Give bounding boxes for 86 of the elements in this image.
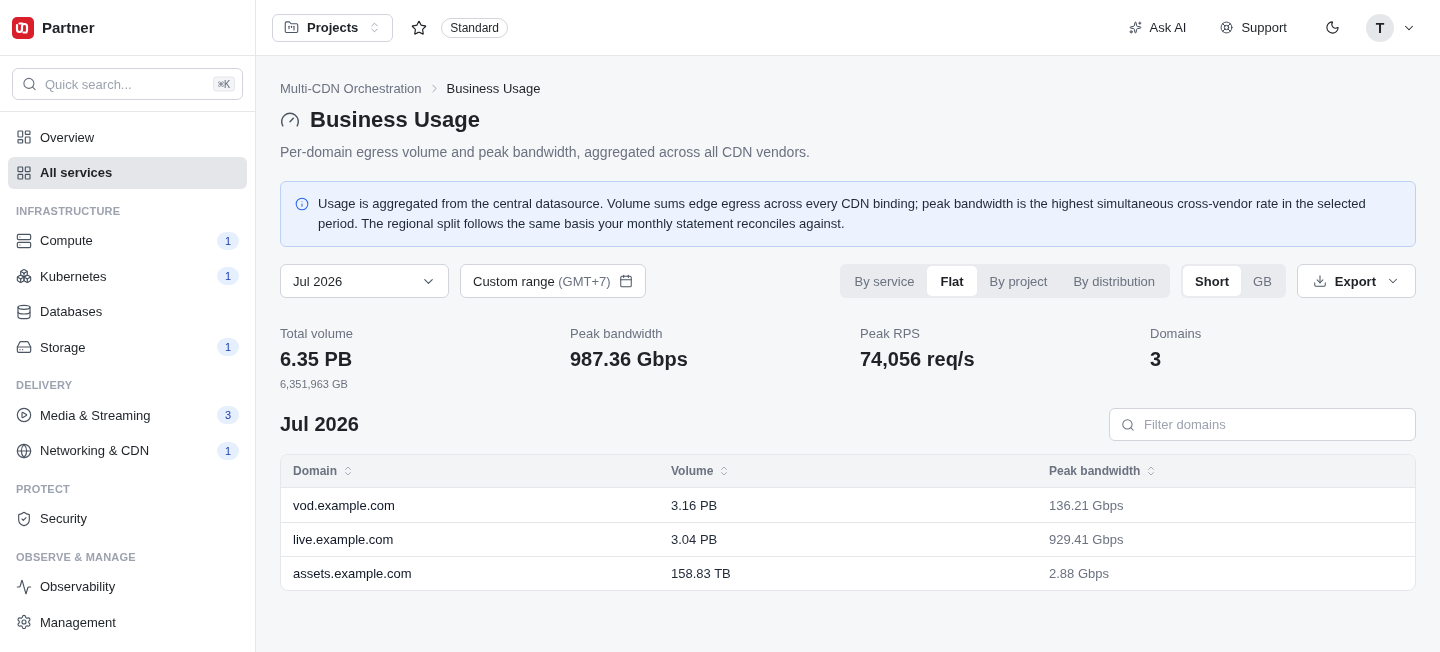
dashboard-icon — [16, 129, 32, 145]
calendar-icon — [618, 274, 633, 288]
nav-item[interactable]: Media & Streaming 3 — [8, 399, 247, 431]
settings-icon — [16, 614, 32, 630]
logo-icon — [12, 16, 34, 39]
export-button[interactable]: Export — [1296, 264, 1416, 298]
breadcrumb-current: Business Usage — [446, 80, 541, 96]
search-icon — [1121, 417, 1135, 432]
table-cell: 2.88 Gbps — [1037, 556, 1415, 590]
column-header[interactable]: Peak bandwidth — [1037, 455, 1415, 488]
breadcrumb-link[interactable]: Multi-CDN Orchestration — [280, 80, 422, 96]
table-cell: 158.83 TB — [659, 556, 1037, 590]
info-text: Usage is aggregated from the central datasource. Volume sums edge egress across every CDN binding; peak bandwidth is the highest simultaneous cross-vendor rate in the selected period. The regional split follows the same basis your monthly statement reconciles against. — [318, 195, 1367, 233]
metric-label: Peak bandwidth — [570, 326, 664, 342]
nav-item[interactable]: Management — [8, 606, 247, 638]
page-subtitle: Per-domain egress volume and peak bandwidth, aggregated across all CDN vendors. — [280, 143, 811, 162]
grid-icon — [16, 164, 32, 181]
nav-item[interactable]: Security — [8, 502, 247, 535]
table-cell: 3.04 PB — [659, 522, 1037, 556]
view-tab[interactable]: By service — [841, 266, 928, 296]
section-title: PROTECT — [15, 481, 71, 497]
header-action-button[interactable]: Ask AI — [1128, 20, 1187, 35]
header-action-button[interactable]: Support — [1220, 20, 1287, 35]
count-badge: 1 — [217, 338, 239, 356]
sort-icon — [342, 465, 354, 477]
hard-drive-icon — [16, 339, 32, 355]
month-select[interactable]: Jul 2026 — [280, 264, 449, 298]
custom-range-button[interactable]: Custom range (GMT+7) — [460, 264, 646, 298]
table-cell: assets.example.com — [281, 556, 659, 590]
metric-label: Domains — [1150, 326, 1203, 342]
metric-value: 3 — [1150, 347, 1163, 371]
database-icon — [16, 303, 32, 320]
count-badge: 3 — [217, 406, 239, 424]
play-circle-icon — [16, 407, 32, 423]
table-cell-text: 136.21 Gbps — [1048, 496, 1125, 515]
download-icon — [1312, 274, 1327, 288]
nav-item[interactable]: Overview — [8, 121, 247, 153]
section-heading: Jul 2026 — [280, 413, 359, 436]
star-icon[interactable] — [411, 19, 428, 36]
unit-tab[interactable]: Short — [1183, 266, 1242, 296]
nav-item[interactable]: Kubernetes 1 — [8, 260, 247, 292]
page-title: Business Usage — [310, 107, 480, 133]
metric-label: Peak RPS — [860, 326, 921, 342]
filter-field[interactable]: Filter domains — [1109, 408, 1416, 441]
unit-tab[interactable]: GB — [1241, 266, 1284, 296]
server-icon — [16, 232, 32, 249]
count-badge: 1 — [217, 231, 239, 250]
lifebuoy-icon — [1220, 21, 1234, 34]
nav-item[interactable]: Networking & CDN 1 — [8, 434, 247, 467]
column-header[interactable]: Domain — [281, 455, 659, 488]
count-badge: 1 — [217, 441, 239, 460]
info-icon — [295, 197, 309, 211]
gauge-icon — [280, 110, 300, 130]
sparkles-icon — [1128, 21, 1142, 34]
globe-icon — [16, 442, 32, 459]
table-cell-text: vod.example.com — [292, 496, 396, 515]
view-tab[interactable]: By distribution — [1060, 266, 1169, 296]
table-cell: 929.41 Gbps — [1037, 522, 1415, 556]
app-name: Partner — [42, 19, 95, 36]
view-tab[interactable]: Flat — [927, 266, 977, 296]
nav-item[interactable]: Databases — [8, 295, 247, 328]
section-title: OBSERVE & MANAGE — [15, 549, 137, 565]
table-cell-text: 3.16 PB — [670, 496, 719, 515]
metric-value: 6.35 PB — [280, 347, 354, 371]
user-avatar[interactable]: T — [1366, 13, 1394, 42]
section-title: DELIVERY — [15, 378, 74, 393]
folder-icon — [284, 20, 299, 35]
section-title: INFRASTRUCTURE — [15, 203, 122, 219]
metric-value: 74,056 req/s — [860, 347, 976, 371]
shield-check-icon — [16, 510, 32, 527]
count-badge: 1 — [217, 267, 239, 285]
nav-item[interactable]: Observability — [8, 570, 247, 603]
project-switcher[interactable]: Projects — [272, 13, 394, 42]
nav-item[interactable]: All services — [8, 156, 247, 189]
metric-label: Total volume — [280, 326, 354, 342]
metric-detail: 6,351,963 GB — [280, 377, 349, 391]
search-icon — [22, 76, 37, 92]
metric-value: 987.36 Gbps — [570, 347, 689, 371]
nav-item[interactable]: Compute 1 — [8, 224, 247, 257]
column-header[interactable]: Volume — [659, 455, 1037, 488]
moon-icon[interactable] — [1325, 20, 1340, 35]
nav-item[interactable]: Storage 1 — [8, 331, 247, 363]
view-tab[interactable]: By project — [976, 266, 1061, 296]
activity-icon — [16, 578, 32, 595]
boxes-icon — [16, 268, 32, 284]
table-cell: live.example.com — [281, 522, 659, 556]
